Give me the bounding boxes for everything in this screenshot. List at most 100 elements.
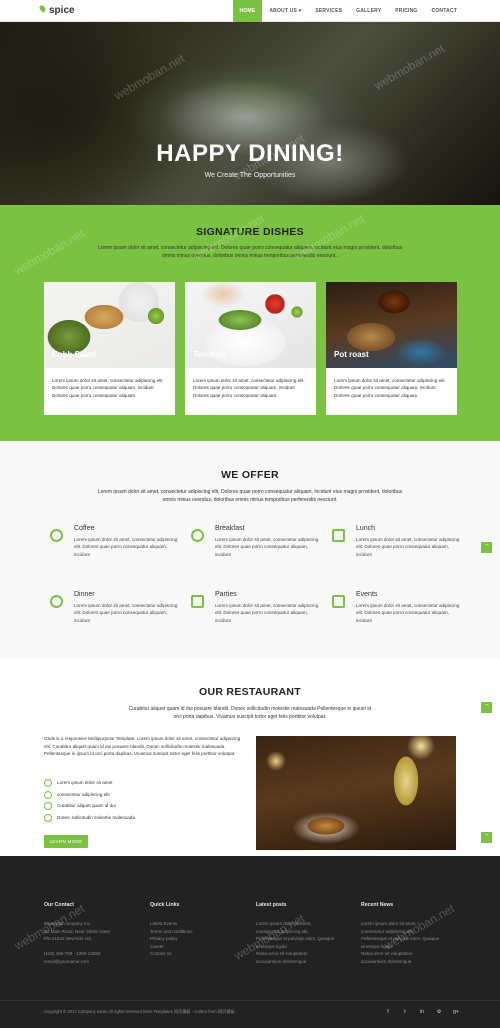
offer-text: Lorem ipsum dolor sit amet, consectetur … xyxy=(215,537,319,557)
breakfast-icon xyxy=(191,529,204,542)
nav-about-us[interactable]: ABOUT US ▾ xyxy=(262,0,308,22)
social-links: f t in ⚙ g+ xyxy=(384,1009,460,1015)
top-navbar: spice HOME ABOUT US ▾ SERVICES GALLERY P… xyxy=(0,0,500,22)
footer-text: Lorem ipsum dolor sit amet, xyxy=(256,921,312,926)
footer-text: consectetur adipiscing elit. xyxy=(256,928,309,934)
settings-icon[interactable]: ⚙ xyxy=(435,1009,443,1015)
offer-name: Breakfast xyxy=(215,525,245,532)
section-description: Lorem ipsum dolor sit amet, consectetur … xyxy=(97,245,403,259)
footer-contact: Our Contact Bootstrap company Inc. JC Ma… xyxy=(44,902,134,965)
logo-text: spice xyxy=(49,5,75,16)
linkedin-icon[interactable]: in xyxy=(418,1009,426,1015)
footer-link[interactable]: Contact us xyxy=(150,950,240,958)
offer-text: Lorem ipsum dolor sit amet, consectetur … xyxy=(356,603,460,623)
offer-name: Dinner xyxy=(74,591,95,598)
footer-heading: Our Contact xyxy=(44,902,74,908)
footer-quick-links: Quick Links Latest Events Terms and cond… xyxy=(150,902,240,958)
offer-text: Lorem ipsum dolor sit amet, consectetur … xyxy=(215,603,319,623)
hero-banner: HAPPY DINING! We Create The Opportunitie… xyxy=(0,22,500,205)
restaurant-feature-list: Lorem ipsum dolor sit amet consectetur a… xyxy=(44,779,136,825)
footer-text: accusantium doloremque xyxy=(256,958,307,964)
footer-text: Bootstrap company Inc. xyxy=(44,921,92,926)
footer-text: Natus error sit voluptatem xyxy=(361,951,413,956)
footer-link[interactable]: Latest Events xyxy=(150,920,240,928)
dish-name: Cobb Salad xyxy=(52,350,97,359)
list-item: Lorem ipsum dolor sit amet xyxy=(44,779,136,791)
our-restaurant-section: OUR RESTAURANT Curabitur aliquet quam id… xyxy=(0,658,500,856)
dish-name: Pot roast xyxy=(334,350,369,359)
dish-name: Twinkies xyxy=(193,350,227,359)
section-title: SIGNATURE DISHES xyxy=(196,226,304,238)
hero-subtitle: We Create The Opportunities xyxy=(204,172,296,179)
footer-link[interactable]: Privacy policy xyxy=(150,935,240,943)
offer-text: Lorem ipsum dolor sit amet, consectetur … xyxy=(74,537,178,557)
footer: Our Contact Bootstrap company Inc. JC Ma… xyxy=(0,856,500,1028)
list-item: Donec sollicitudin molestie malesuada. xyxy=(44,813,136,826)
list-item: consectetur adipiscing elit xyxy=(44,790,136,803)
nav-pricing[interactable]: PRICING xyxy=(388,0,424,22)
dish-description: Lorem ipsum dolor sit amet, consectetur … xyxy=(334,378,446,398)
nav-services[interactable]: SERVICES xyxy=(308,0,349,22)
footer-spacer xyxy=(44,943,134,951)
map-pin-icon xyxy=(38,4,47,13)
parties-icon xyxy=(191,595,204,608)
section-description: Curabitur aliquet quam id dui posuere bl… xyxy=(128,706,372,720)
dish-description: Lorem ipsum dolor sit amet, consectetur … xyxy=(52,378,164,398)
footer-text: at tempor ligula xyxy=(361,943,392,949)
footer-link[interactable]: Career xyxy=(150,943,240,951)
side-arrow-button[interactable] xyxy=(481,701,492,713)
section-title: WE OFFER xyxy=(221,469,279,481)
section-description: Lorem ipsum dolor sit amet, consectetur … xyxy=(97,489,403,503)
facebook-icon[interactable]: f xyxy=(384,1009,392,1015)
restaurant-image xyxy=(256,736,456,850)
we-offer-section: WE OFFER Lorem ipsum dolor sit amet, con… xyxy=(0,441,500,658)
footer-recent-news: Recent News Lorem ipsum dolor sit amet, … xyxy=(361,902,461,965)
offer-name: Coffee xyxy=(74,525,95,532)
footer-heading: Recent News xyxy=(361,902,394,908)
restaurant-text: Grids is a responsive Multipurpose Templ… xyxy=(44,736,241,756)
footer-text: Natus error sit voluptatem xyxy=(256,951,308,956)
footer-text: Pellentesque et pulvinar enim. Quisque xyxy=(361,936,440,941)
dish-card[interactable]: Cobb Salad Lorem ipsum dolor sit amet, c… xyxy=(44,282,175,415)
coffee-icon xyxy=(50,529,63,542)
offer-text: Lorem ipsum dolor sit amet, consectetur … xyxy=(356,537,460,557)
footer-text: accusantium doloremque xyxy=(361,958,412,964)
nav-gallery[interactable]: GALLERY xyxy=(349,0,388,22)
footer-heading: Quick Links xyxy=(150,902,180,908)
side-arrow-button[interactable] xyxy=(481,831,492,843)
footer-text: consectetur adipiscing elit. xyxy=(361,928,414,934)
footer-bottom-bar: Copyright © 2017.Company name All rights… xyxy=(0,1000,500,1028)
nav-home[interactable]: HOME xyxy=(232,0,263,22)
main-menu: HOME ABOUT US ▾ SERVICES GALLERY PRICING… xyxy=(232,0,464,22)
twitter-icon[interactable]: t xyxy=(401,1009,409,1015)
footer-text: at tempor ligula xyxy=(256,943,287,949)
offer-name: Parties xyxy=(215,591,237,598)
offer-text: Lorem ipsum dolor sit amet, consectetur … xyxy=(74,603,178,623)
dish-card[interactable]: Twinkies Lorem ipsum dolor sit amet, con… xyxy=(185,282,316,415)
learn-more-button[interactable]: LEARN MORE xyxy=(44,835,88,848)
dinner-icon xyxy=(50,595,63,608)
nav-contact[interactable]: CONTACT xyxy=(425,0,464,22)
lunch-icon xyxy=(332,529,345,542)
footer-heading: Latest posts xyxy=(256,902,287,908)
list-item: Curabitur aliquet quam id dui xyxy=(44,802,136,814)
footer-link[interactable]: Terms and conditions xyxy=(150,928,240,936)
footer-text: JC Main Road, Near Silnile tower xyxy=(44,928,111,934)
hero-title: HAPPY DINING! xyxy=(156,140,344,167)
footer-text: Lorem ipsum dolor sit amet, xyxy=(361,921,417,926)
dish-card[interactable]: Pot roast Lorem ipsum dolor sit amet, co… xyxy=(326,282,457,415)
footer-latest-posts: Latest posts Lorem ipsum dolor sit amet,… xyxy=(256,902,356,965)
footer-text: Pellentesque et pulvinar enim. Quisque xyxy=(256,936,335,941)
footer-email[interactable]: email@yourname.com xyxy=(44,958,134,966)
section-title: OUR RESTAURANT xyxy=(198,686,301,698)
google-plus-icon[interactable]: g+ xyxy=(452,1009,460,1015)
footer-text: Pin-21542 NewYork US. xyxy=(44,936,93,941)
dish-description: Lorem ipsum dolor sit amet, consectetur … xyxy=(193,378,305,398)
logo[interactable]: spice xyxy=(38,4,75,16)
footer-phone: (123) 456-789 - 1255-12584 xyxy=(44,951,101,956)
signature-dishes-section: SIGNATURE DISHES Lorem ipsum dolor sit a… xyxy=(0,205,500,441)
copyright-text: Copyright © 2017.Company name All rights… xyxy=(44,1009,235,1014)
side-arrow-button[interactable] xyxy=(481,541,492,553)
offer-name: Events xyxy=(356,591,378,598)
offer-name: Lunch xyxy=(356,525,376,532)
